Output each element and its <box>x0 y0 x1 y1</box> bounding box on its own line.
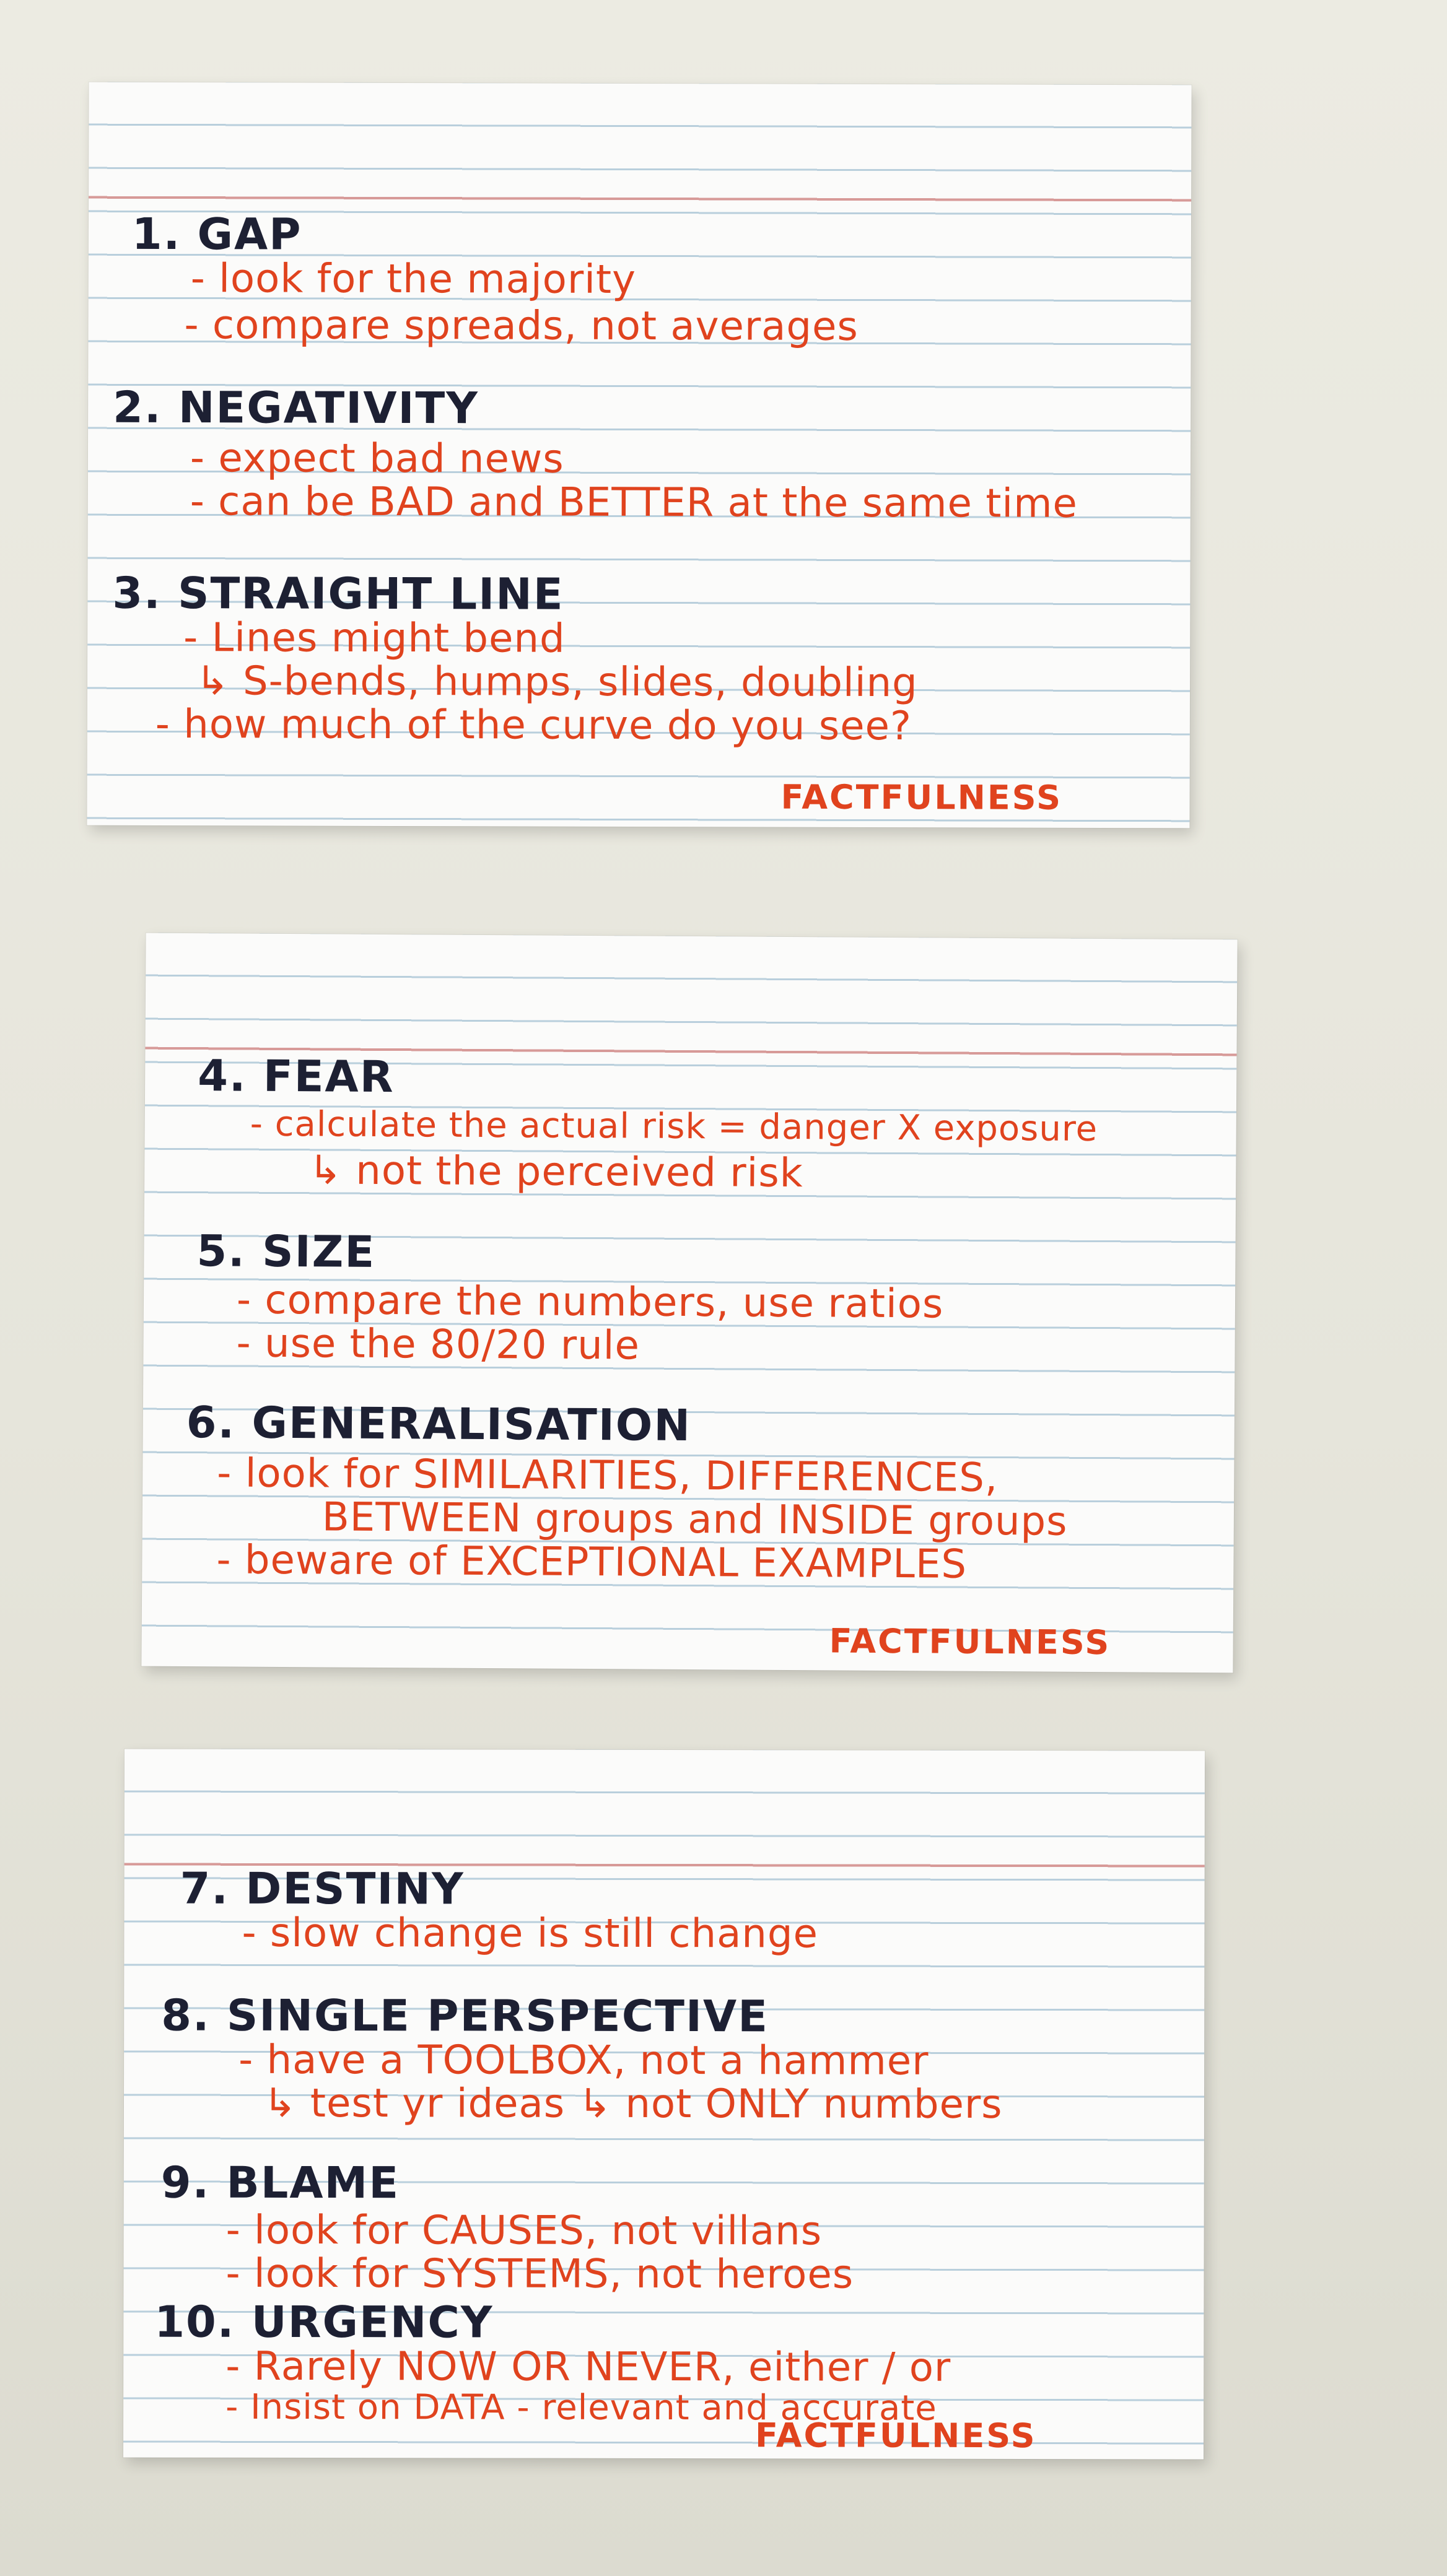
index-card-1: 1. GAP - look for the majority - compare… <box>87 82 1192 829</box>
heading-gap: 1. GAP <box>131 208 302 260</box>
note-line: - slow change is still change <box>242 1910 818 1957</box>
factfulness-label: FACTFULNESS <box>829 1621 1111 1663</box>
note-line: - expect bad news <box>190 435 564 482</box>
index-card-3: 7. DESTINY - slow change is still change… <box>123 1749 1205 2460</box>
heading-straight-line: 3. STRAIGHT LINE <box>112 567 564 620</box>
note-line: ↳ not the perceived risk <box>308 1147 803 1197</box>
note-line: - look for the majority <box>190 256 637 303</box>
note-line: - can be BAD and BETTER at the same time <box>190 479 1078 527</box>
index-card-2: 4. FEAR - calculate the actual risk = da… <box>141 933 1238 1673</box>
note-line: BETWEEN groups and INSIDE groups <box>321 1494 1068 1545</box>
note-line: ↳ S-bends, humps, slides, doubling <box>195 658 918 707</box>
factfulness-label: FACTFULNESS <box>780 777 1063 817</box>
note-line: - look for SYSTEMS, not heroes <box>225 2250 854 2298</box>
note-line: - beware of EXCEPTIONAL EXAMPLES <box>216 1537 968 1588</box>
note-line: - calculate the actual risk = danger X e… <box>250 1103 1098 1150</box>
note-line: ↳ test yr ideas ↳ not ONLY numbers <box>263 2080 1003 2128</box>
heading-generalisation: 6. GENERALISATION <box>186 1397 692 1451</box>
note-line: - compare the numbers, use ratios <box>236 1277 944 1328</box>
note-line: - have a TOOLBOX, not a hammer <box>238 2037 929 2084</box>
note-line: - compare spreads, not averages <box>184 302 859 350</box>
heading-negativity: 2. NEGATIVITY <box>113 381 479 434</box>
note-line: - Lines might bend <box>183 615 566 662</box>
note-line: - look for CAUSES, not villans <box>225 2207 823 2255</box>
factfulness-label: FACTFULNESS <box>755 2416 1037 2456</box>
heading-blame: 9. BLAME <box>160 2157 400 2209</box>
heading-single-perspective: 8. SINGLE PERSPECTIVE <box>161 1990 769 2042</box>
heading-fear: 4. FEAR <box>197 1050 395 1103</box>
note-line: - use the 80/20 rule <box>236 1320 640 1369</box>
note-line: - look for SIMILARITIES, DIFFERENCES, <box>217 1450 999 1502</box>
heading-destiny: 7. DESTINY <box>180 1863 465 1915</box>
heading-urgency: 10. URGENCY <box>154 2296 494 2348</box>
note-line: - how much of the curve do you see? <box>155 701 912 750</box>
heading-size: 5. SIZE <box>196 1225 376 1277</box>
note-line: - Rarely NOW OR NEVER, either / or <box>225 2343 951 2391</box>
